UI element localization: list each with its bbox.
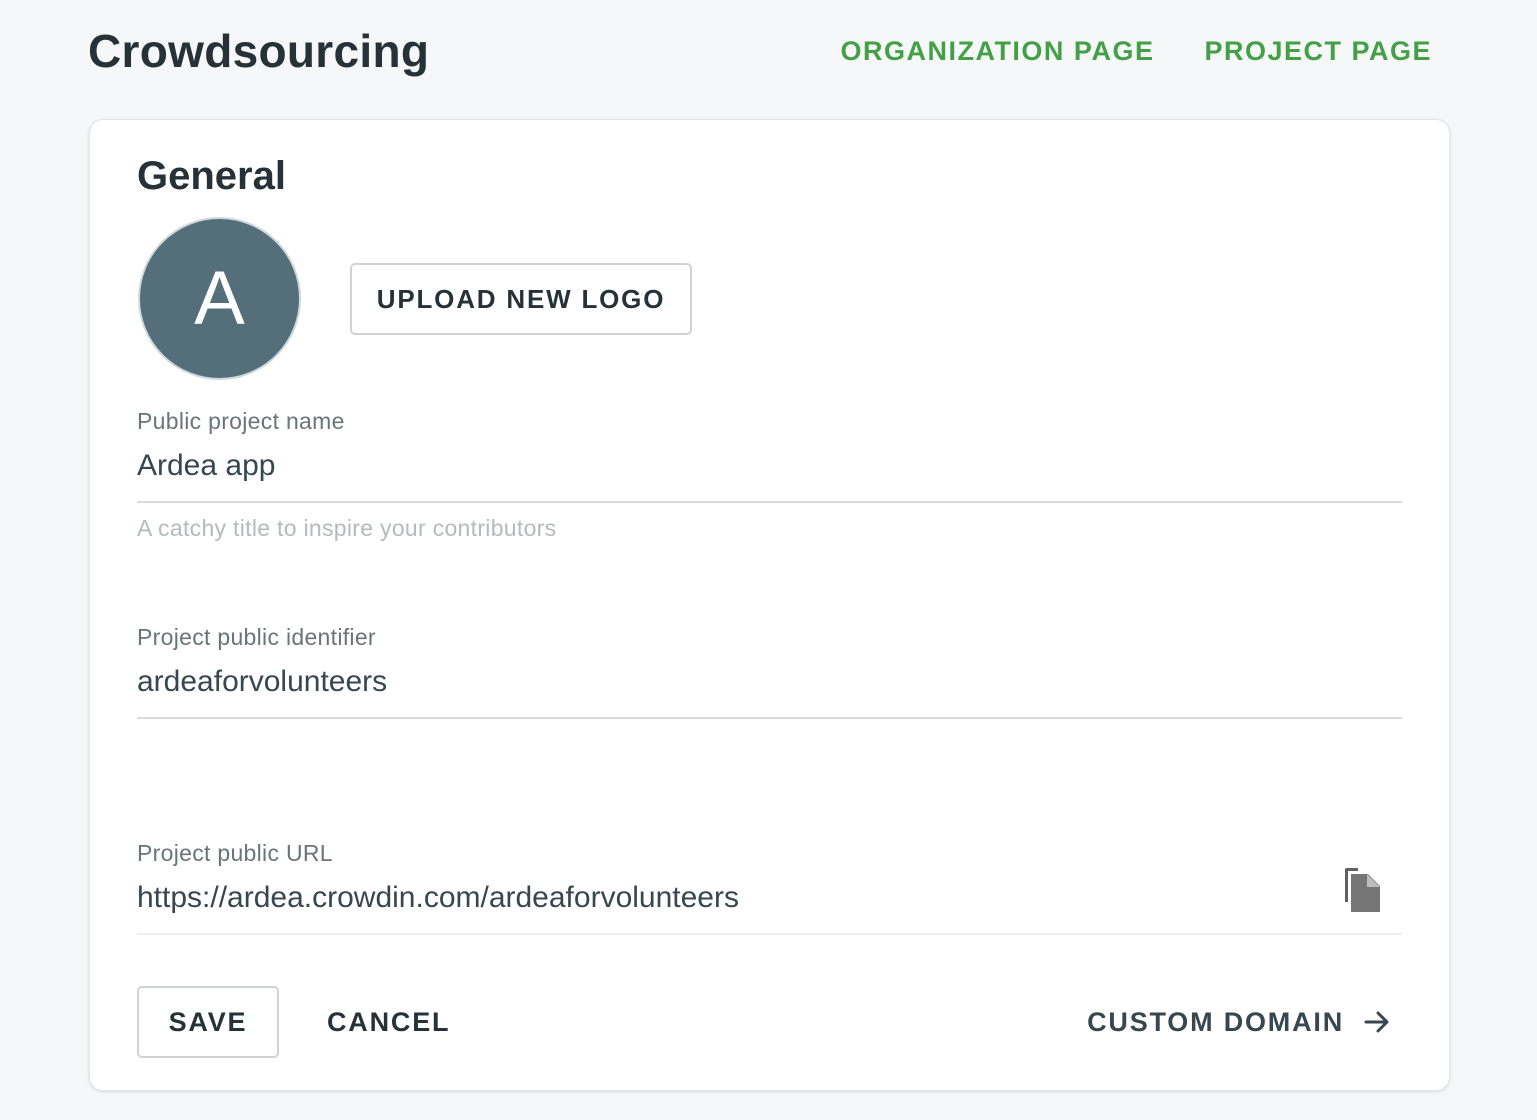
field-hint: A catchy title to inspire your contribut…: [137, 515, 557, 541]
custom-domain-button[interactable]: CUSTOM DOMAIN: [1087, 986, 1392, 1058]
arrow-right-icon: [1362, 1007, 1392, 1037]
project-logo-avatar: A: [138, 217, 301, 380]
page-title: Crowdsourcing: [88, 25, 430, 77]
public-project-name-input[interactable]: [137, 449, 1402, 483]
header-links: ORGANIZATION PAGE PROJECT PAGE: [840, 36, 1432, 67]
field-underline: [137, 501, 1402, 503]
page-header: Crowdsourcing ORGANIZATION PAGE PROJECT …: [88, 0, 1450, 105]
project-public-url-input[interactable]: [137, 881, 1402, 915]
general-settings-card: General A UPLOAD NEW LOGO Public project…: [89, 119, 1450, 1091]
form-actions: SAVE CANCEL CUSTOM DOMAIN: [137, 986, 1402, 1058]
project-public-identifier-field: Project public identifier: [137, 624, 1402, 719]
project-page-link[interactable]: PROJECT PAGE: [1204, 36, 1432, 67]
save-button[interactable]: SAVE: [137, 986, 279, 1058]
field-underline: [137, 933, 1402, 935]
copy-icon[interactable]: [1342, 866, 1382, 914]
custom-domain-label: CUSTOM DOMAIN: [1087, 1006, 1344, 1037]
section-title: General: [137, 154, 286, 198]
organization-page-link[interactable]: ORGANIZATION PAGE: [840, 36, 1154, 67]
field-label: Project public URL: [137, 840, 333, 866]
field-label: Public project name: [137, 408, 345, 434]
public-project-name-field: Public project name A catchy title to in…: [137, 408, 1402, 542]
cancel-button[interactable]: CANCEL: [307, 986, 470, 1058]
project-public-identifier-input[interactable]: [137, 665, 1402, 699]
upload-logo-button[interactable]: UPLOAD NEW LOGO: [350, 263, 692, 335]
project-public-url-field: Project public URL: [137, 840, 1402, 935]
field-underline: [137, 717, 1402, 719]
field-label: Project public identifier: [137, 624, 376, 650]
